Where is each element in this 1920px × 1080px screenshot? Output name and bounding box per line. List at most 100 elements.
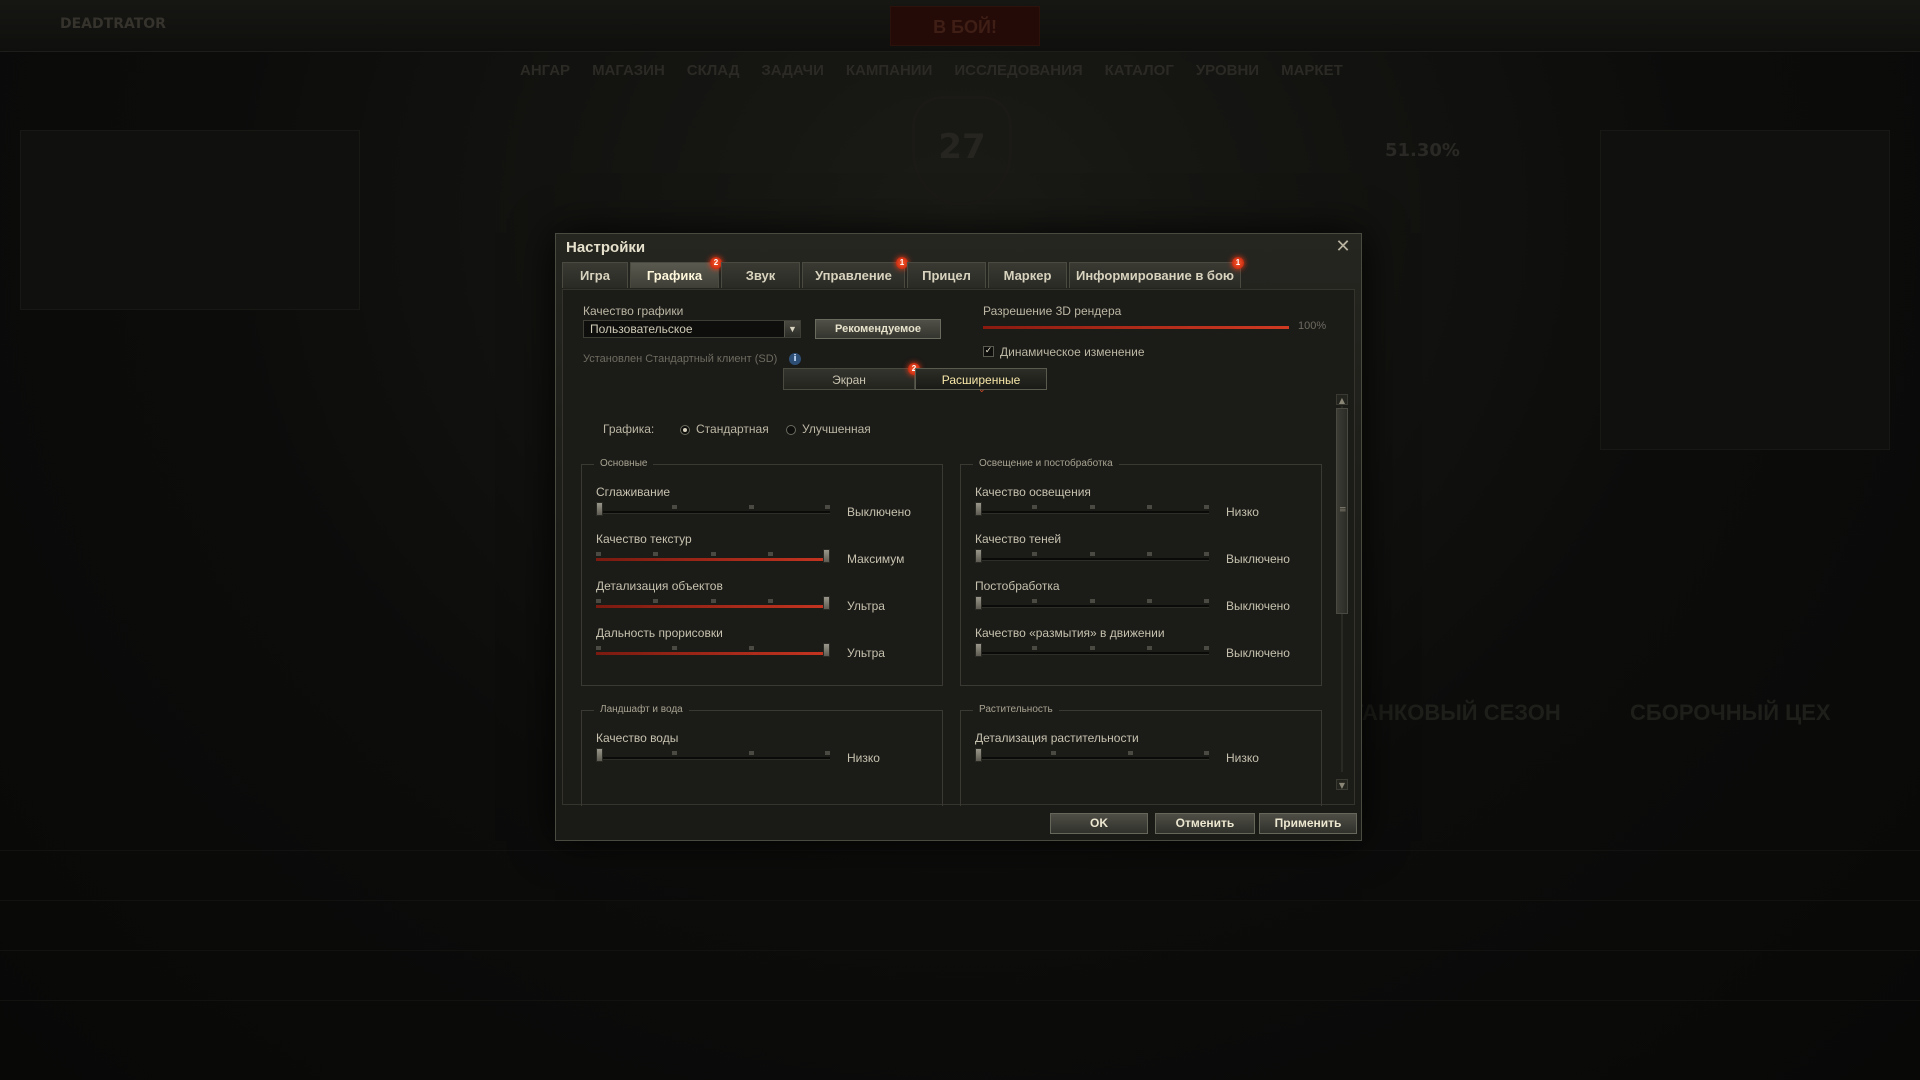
postprocessing-slider[interactable] (975, 596, 1209, 610)
chevron-down-icon: ▼ (784, 321, 800, 337)
radio-improved-label: Улучшенная (802, 422, 871, 436)
tab-marker[interactable]: Маркер (988, 262, 1067, 288)
close-icon[interactable]: ✕ (1333, 238, 1353, 258)
tab-sight[interactable]: Прицел (907, 262, 986, 288)
setting-label: Качество текстур (596, 532, 692, 546)
slider-tick (825, 751, 830, 755)
slider-tick (596, 646, 601, 650)
slider-tick (653, 552, 658, 556)
ok-button[interactable]: OK (1050, 813, 1148, 834)
setting-label: Постобработка (975, 579, 1060, 593)
setting-value: Низко (1226, 505, 1259, 519)
carousel-row (0, 850, 1920, 890)
slider-tick (1128, 751, 1133, 755)
slider-fill (596, 605, 826, 608)
object-detail-slider[interactable] (596, 596, 830, 610)
vegetation-detail-slider[interactable] (975, 748, 1209, 762)
setting-label: Детализация растительности (975, 731, 1139, 745)
slider-tick (1204, 646, 1209, 650)
subtab-screen[interactable]: Экран 2 (783, 363, 920, 390)
scroll-up-icon[interactable]: ▲ (1336, 394, 1348, 405)
slider-thumb[interactable] (823, 643, 830, 657)
setting-value: Низко (847, 751, 880, 765)
radio-improved[interactable] (786, 425, 796, 435)
slider-thumb[interactable] (823, 596, 830, 610)
subtab-advanced[interactable]: Расширенные ⌄ (915, 368, 1047, 394)
tab-label: Информирование в бою (1075, 268, 1234, 283)
slider-thumb[interactable] (975, 596, 982, 610)
slider-tick (1147, 646, 1152, 650)
graphics-panel: Качество графики Пользовательское ▼ Реко… (562, 289, 1355, 806)
nav-item: АНГАР (520, 62, 571, 79)
setting-label: Качество освещения (975, 485, 1091, 499)
slider-thumb[interactable] (975, 643, 982, 657)
render-resolution-slider[interactable] (983, 326, 1289, 329)
select-value: Пользовательское (590, 322, 693, 336)
radio-standard[interactable] (680, 425, 690, 435)
graphics-quality-label: Качество графики (583, 304, 684, 318)
tab-sound[interactable]: Звук (721, 262, 800, 288)
winrate-text: 51.30% (1385, 140, 1460, 161)
group-vegetation: Растительность Детализация растительност… (960, 704, 1322, 806)
slider-fill (596, 652, 826, 655)
slider-thumb[interactable] (596, 748, 603, 762)
slider-thumb[interactable] (596, 502, 603, 516)
setting-value: Максимум (847, 552, 905, 566)
battle-button: В БОЙ! (890, 6, 1040, 46)
grip-icon: ≡ (1339, 505, 1347, 515)
slider-thumb[interactable] (975, 502, 982, 516)
graphics-subtabs: Экран 2 Расширенные ⌄ (783, 363, 1053, 394)
tab-graphics[interactable]: Графика 2 (630, 257, 722, 288)
lighting-quality-slider[interactable] (975, 502, 1209, 516)
motion-blur-slider[interactable] (975, 643, 1209, 657)
group-title: Основные (594, 458, 654, 469)
setting-value: Выключено (1226, 552, 1290, 566)
setting-value: Низко (1226, 751, 1259, 765)
tab-label: Звук (745, 268, 776, 283)
slider-thumb[interactable] (975, 549, 982, 563)
slider-thumb[interactable] (975, 748, 982, 762)
carousel-row (0, 1000, 1920, 1040)
slider-tick (672, 505, 677, 509)
slider-tick (825, 505, 830, 509)
season-right-title: СБОРОЧНЫЙ ЦЕХ (1630, 700, 1831, 725)
tab-game[interactable]: Игра (562, 262, 628, 288)
dynamic-change-checkbox[interactable]: ✓ (983, 346, 994, 357)
slider-thumb[interactable] (823, 549, 830, 563)
shadow-quality-slider[interactable] (975, 549, 1209, 563)
tab-label: Управление (815, 268, 892, 283)
slider-tick (1032, 646, 1037, 650)
notification-badge: 1 (1232, 257, 1244, 269)
vertical-scrollbar[interactable]: ▲ ≡ ▼ (1336, 394, 1348, 790)
render-resolution-value: 100% (1298, 320, 1327, 332)
info-icon[interactable]: i (789, 353, 801, 365)
cancel-button[interactable]: Отменить (1155, 813, 1255, 834)
setting-label: Дальность прорисовки (596, 626, 723, 640)
scroll-thumb[interactable]: ≡ (1336, 408, 1348, 614)
render-resolution-label: Разрешение 3D рендера (983, 304, 1122, 318)
scroll-down-icon[interactable]: ▼ (1336, 779, 1348, 790)
apply-button[interactable]: Применить (1259, 813, 1357, 834)
tab-battle-info[interactable]: Информирование в бою 1 (1069, 257, 1244, 288)
antialiasing-slider[interactable] (596, 502, 830, 516)
graphics-quality-select[interactable]: Пользовательское ▼ (583, 320, 801, 338)
player-nick: DEADTRATOR (60, 16, 166, 32)
setting-label: Качество теней (975, 532, 1062, 546)
slider-tick (1204, 751, 1209, 755)
graphics-mode-label: Графика: (603, 422, 655, 436)
slider-tick (749, 751, 754, 755)
draw-distance-slider[interactable] (596, 643, 830, 657)
texture-quality-slider[interactable] (596, 549, 830, 563)
nav-item: КАТАЛОГ (1104, 62, 1174, 79)
slider-tick (1090, 552, 1095, 556)
slider-tick (1090, 646, 1095, 650)
settings-dialog: Настройки ✕ Игра Графика 2 Звук Управлени… (555, 233, 1362, 841)
water-quality-slider[interactable] (596, 748, 830, 762)
setting-value: Выключено (1226, 599, 1290, 613)
group-title: Ландшафт и вода (594, 704, 689, 715)
recommended-button[interactable]: Рекомендуемое (815, 319, 941, 339)
slider-tick (749, 646, 754, 650)
tab-controls[interactable]: Управление 1 (802, 257, 908, 288)
slider-tick (1147, 552, 1152, 556)
nav-item: УРОВНИ (1195, 62, 1260, 79)
